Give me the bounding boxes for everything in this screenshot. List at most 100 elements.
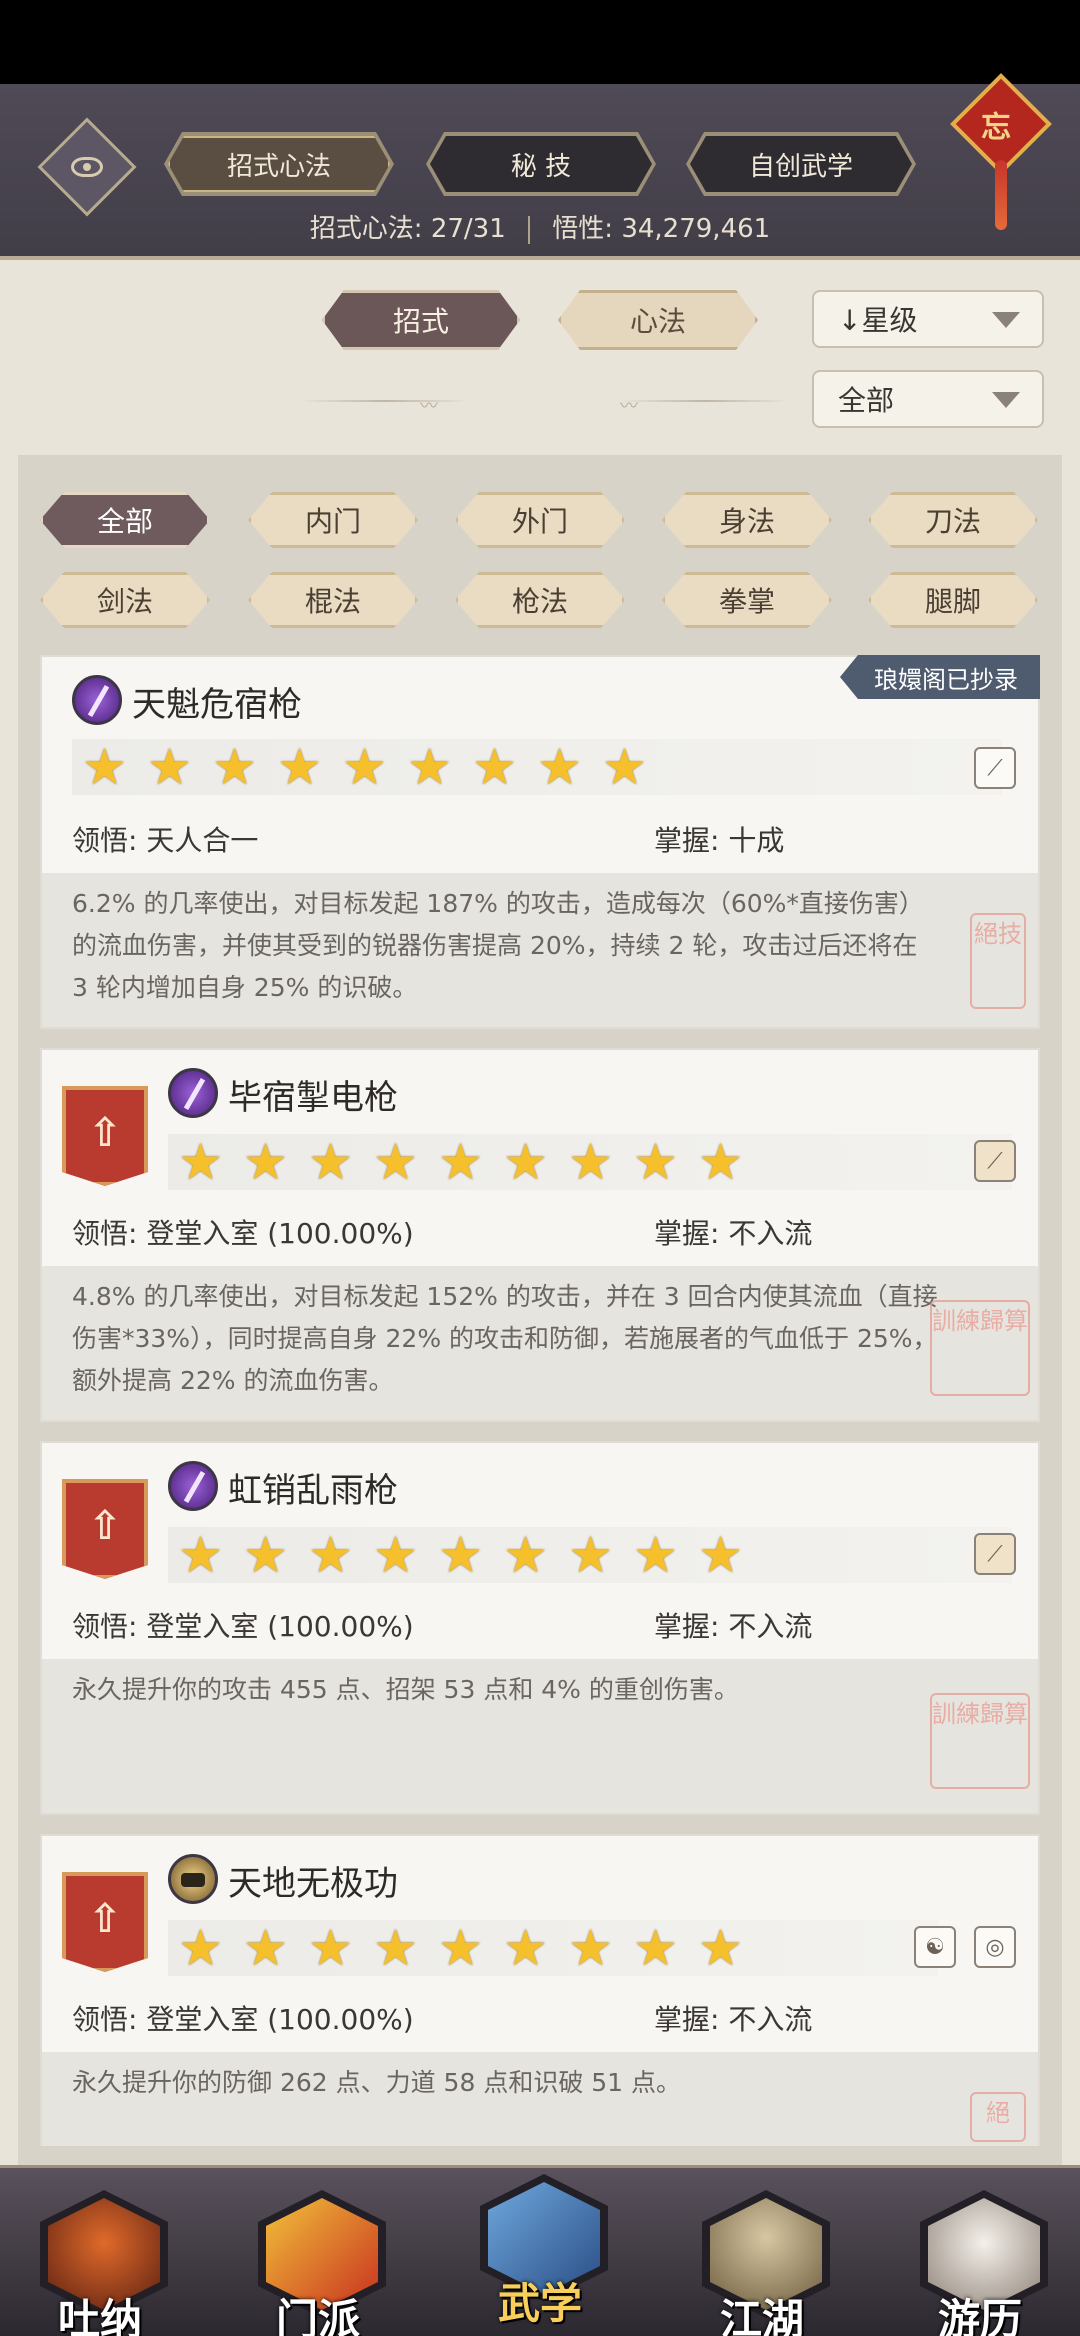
inner-method-icon	[168, 1854, 218, 1904]
mastery-row: 掌握: 不入流	[654, 1605, 812, 1645]
copied-tag: 琅嬛阁已抄录	[840, 655, 1040, 699]
skill-card[interactable]: 琅嬛阁已抄录 天魁危宿枪 ★ ★ ★ ★ ★ ★ ★ ★ ★ ⟋ 领悟: 天人合一 掌握: 十成…	[40, 655, 1040, 1029]
mastery-label: 掌握:	[654, 824, 720, 857]
skill-card[interactable]: 天地无极功 ★ ★ ★ ★ ★ ★ ★ ★ ★ ☯ ◎ 领悟: 登堂入室 (100.00%) 掌…	[40, 1834, 1040, 2146]
skill-name: 天地无极功	[228, 1864, 398, 1904]
star-icon: ★	[308, 1133, 353, 1191]
scope-select[interactable]: 全部	[812, 370, 1044, 428]
filter-inner[interactable]: 内门	[248, 492, 418, 548]
star-icon: ★	[342, 738, 387, 796]
mastery-row: 掌握: 不入流	[654, 1212, 812, 1252]
nav-sect[interactable]: 门派	[228, 2178, 408, 2336]
insight-row: 领悟: 登堂入室 (100.00%)	[72, 1998, 414, 2038]
bottom-navigation: 吐纳 门派 武学 江湖 游历	[0, 2165, 1080, 2336]
chevron-down-icon	[992, 312, 1020, 328]
insight-label: 领悟:	[72, 824, 138, 857]
star-icon: ★	[503, 1133, 548, 1191]
eye-icon	[71, 157, 103, 177]
insight-row: 领悟: 登堂入室 (100.00%)	[72, 1605, 414, 1645]
sort-select[interactable]: ↓星级	[812, 290, 1044, 348]
swirl-icon: ◎	[974, 1926, 1016, 1968]
nav-label: 游历	[937, 2295, 1022, 2336]
flourish-line	[300, 400, 470, 402]
star-icon: ★	[308, 1919, 353, 1977]
filter-blade[interactable]: 刀法	[868, 492, 1038, 548]
star-icon: ★	[438, 1919, 483, 1977]
skill-card[interactable]: 毕宿掣电枪 ★ ★ ★ ★ ★ ★ ★ ★ ★ ⟋ 领悟: 登堂入室 (100.00%) 掌握:…	[40, 1048, 1040, 1422]
nav-label: 吐纳	[57, 2295, 142, 2336]
star-icon: ★	[568, 1526, 613, 1584]
nav-travel[interactable]: 游历	[890, 2178, 1070, 2336]
skill-name: 虹销乱雨枪	[228, 1471, 398, 1511]
star-icon: ★	[82, 738, 127, 796]
star-icon: ★	[407, 738, 452, 796]
seal-stamp: 訓練歸算	[930, 1300, 1030, 1396]
star-icon: ★	[178, 1526, 223, 1584]
star-rating: ★ ★ ★ ★ ★ ★ ★ ★ ★	[168, 1527, 1012, 1583]
tab-moves-methods[interactable]: 招式心法	[168, 136, 390, 192]
star-icon: ★	[633, 1133, 678, 1191]
tab-custom-arts[interactable]: 自创武学	[690, 136, 912, 192]
insight-row: 领悟: 天人合一	[72, 819, 258, 859]
filter-sword[interactable]: 剑法	[40, 572, 210, 628]
filter-movement[interactable]: 身法	[662, 492, 832, 548]
skill-name: 毕宿掣电枪	[228, 1078, 398, 1118]
mastery-row: 掌握: 十成	[654, 819, 784, 859]
toggle-methods[interactable]: 心法	[558, 290, 758, 350]
summary-label: 招式心法:	[309, 214, 423, 244]
skill-card[interactable]: 虹销乱雨枪 ★ ★ ★ ★ ★ ★ ★ ★ ★ ⟋ 领悟: 登堂入室 (100.00%) 掌握:…	[40, 1441, 1040, 1815]
filter-all[interactable]: 全部	[40, 492, 210, 548]
star-icon: ★	[537, 738, 582, 796]
seal-stamp: 絕	[970, 2092, 1026, 2142]
upgrade-banner-icon[interactable]	[62, 1086, 148, 1186]
mastery-value: 不入流	[728, 2003, 813, 2036]
upgrade-banner-icon[interactable]	[62, 1479, 148, 1579]
knot-tassel	[995, 160, 1007, 230]
nav-label: 江湖	[719, 2295, 804, 2336]
scope-select-value: 全部	[838, 384, 895, 417]
filter-outer[interactable]: 外门	[455, 492, 625, 548]
star-icon: ★	[438, 1526, 483, 1584]
nav-jianghu[interactable]: 江湖	[672, 2178, 852, 2336]
star-icon: ★	[243, 1919, 288, 1977]
status-bar	[0, 0, 1080, 84]
star-icon: ★	[243, 1526, 288, 1584]
view-toggle-button[interactable]	[37, 117, 137, 217]
insight-label: 悟性:	[552, 214, 614, 244]
nav-martial-arts[interactable]: 武学	[450, 2162, 630, 2328]
star-icon: ★	[277, 738, 322, 796]
tab-secret-skills[interactable]: 秘 技	[430, 136, 652, 192]
summary-count: 27/31	[430, 214, 506, 244]
spear-type-icon: ⟋	[974, 1140, 1016, 1182]
filter-fist[interactable]: 拳掌	[662, 572, 832, 628]
mastery-label: 掌握:	[654, 1610, 720, 1643]
star-rating: ★ ★ ★ ★ ★ ★ ★ ★ ★	[72, 739, 1002, 795]
star-icon: ★	[503, 1526, 548, 1584]
star-icon: ★	[178, 1133, 223, 1191]
insight-value: 天人合一	[146, 824, 259, 857]
filter-spear[interactable]: 枪法	[455, 572, 625, 628]
star-icon: ★	[147, 738, 192, 796]
insight-label: 领悟:	[72, 1217, 138, 1250]
star-rating: ★ ★ ★ ★ ★ ★ ★ ★ ★	[168, 1134, 1012, 1190]
skill-name: 天魁危宿枪	[132, 685, 302, 725]
toggle-moves[interactable]: 招式	[322, 290, 520, 350]
filter-leg[interactable]: 腿脚	[868, 572, 1038, 628]
star-icon: ★	[698, 1919, 743, 1977]
star-icon: ★	[698, 1133, 743, 1191]
mastery-value: 不入流	[728, 1610, 813, 1643]
star-icon: ★	[178, 1919, 223, 1977]
nav-breathing[interactable]: 吐纳	[10, 2178, 190, 2336]
star-icon: ★	[633, 1526, 678, 1584]
skill-description: 4.8% 的几率使出，对目标发起 152% 的攻击，并在 3 回合内使其流血（直…	[42, 1266, 1038, 1420]
skill-description: 6.2% 的几率使出，对目标发起 187% 的攻击，造成每次（60%*直接伤害）…	[42, 873, 1038, 1027]
mastery-label: 掌握:	[654, 1217, 720, 1250]
star-icon: ★	[568, 1133, 613, 1191]
upgrade-banner-icon[interactable]	[62, 1872, 148, 1972]
spear-type-icon: ⟋	[974, 747, 1016, 789]
star-icon: ★	[212, 738, 257, 796]
star-icon: ★	[373, 1133, 418, 1191]
mastery-value: 十成	[728, 824, 785, 857]
divider	[528, 215, 531, 244]
filter-staff[interactable]: 棍法	[248, 572, 418, 628]
